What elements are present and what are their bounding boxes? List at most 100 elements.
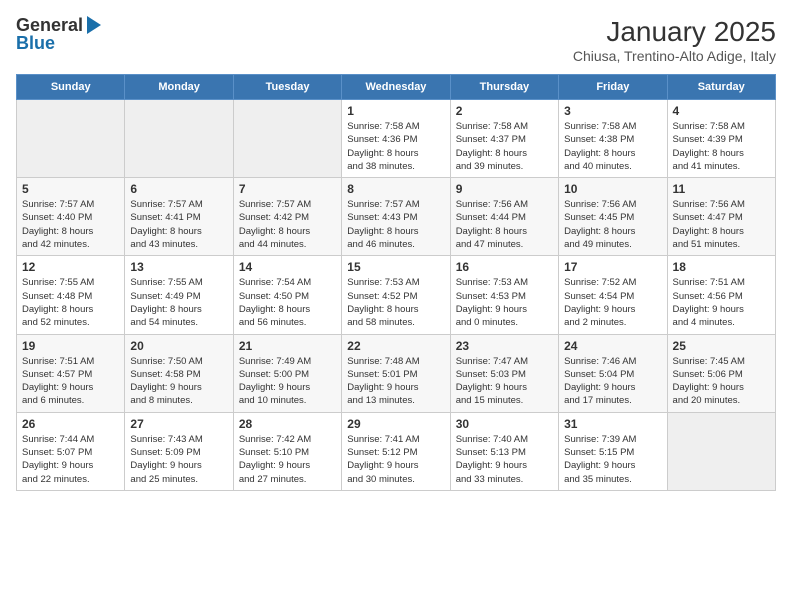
logo: General Blue: [16, 16, 101, 52]
calendar-cell: 5 Sunrise: 7:57 AM Sunset: 4:40 PM Daylig…: [17, 178, 125, 256]
calendar-cell: 20 Sunrise: 7:50 AM Sunset: 4:58 PM Dayli…: [125, 334, 233, 412]
calendar-cell: 19Sunrise: 7:51 AM Sunset: 4:57 PM Dayli…: [17, 334, 125, 412]
day-info: Sunrise: 7:58 AM Sunset: 4:37 PM Dayligh…: [456, 120, 553, 173]
day-info: Sunrise: 7:56 AM Sunset: 4:44 PM Dayligh…: [456, 198, 553, 251]
day-number: 13: [130, 260, 227, 274]
day-number: 20: [130, 339, 227, 353]
day-number: 19: [22, 339, 119, 353]
calendar-cell: 13 Sunrise: 7:55 AM Sunset: 4:49 PM Dayli…: [125, 256, 233, 334]
day-number: 28: [239, 417, 336, 431]
day-number: 15: [347, 260, 444, 274]
day-number: 31: [564, 417, 661, 431]
day-number: 5: [22, 182, 119, 196]
day-number: 8: [347, 182, 444, 196]
calendar-cell: 11 Sunrise: 7:56 AM Sunset: 4:47 PM Dayli…: [667, 178, 775, 256]
calendar-body: 1Sunrise: 7:58 AM Sunset: 4:36 PM Daylig…: [17, 100, 776, 491]
weekday-row: SundayMondayTuesdayWednesdayThursdayFrid…: [17, 75, 776, 100]
calendar-cell: 9 Sunrise: 7:56 AM Sunset: 4:44 PM Daylig…: [450, 178, 558, 256]
calendar-cell: 16 Sunrise: 7:53 AM Sunset: 4:53 PM Dayli…: [450, 256, 558, 334]
weekday-header-friday: Friday: [559, 75, 667, 100]
calendar-cell: 12 Sunrise: 7:55 AM Sunset: 4:48 PM Dayli…: [17, 256, 125, 334]
day-info: Sunrise: 7:57 AM Sunset: 4:43 PM Dayligh…: [347, 198, 444, 251]
day-info: Sunrise: 7:43 AM Sunset: 5:09 PM Dayligh…: [130, 433, 227, 486]
calendar-cell: 29Sunrise: 7:41 AM Sunset: 5:12 PM Dayli…: [342, 412, 450, 490]
week-row-2: 5 Sunrise: 7:57 AM Sunset: 4:40 PM Daylig…: [17, 178, 776, 256]
calendar-cell: 30 Sunrise: 7:40 AM Sunset: 5:13 PM Dayli…: [450, 412, 558, 490]
day-number: 4: [673, 104, 770, 118]
day-number: 27: [130, 417, 227, 431]
day-number: 12: [22, 260, 119, 274]
calendar-cell: 17 Sunrise: 7:52 AM Sunset: 4:54 PM Dayli…: [559, 256, 667, 334]
day-info: Sunrise: 7:55 AM Sunset: 4:49 PM Dayligh…: [130, 276, 227, 329]
day-info: Sunrise: 7:48 AM Sunset: 5:01 PM Dayligh…: [347, 355, 444, 408]
day-info: Sunrise: 7:56 AM Sunset: 4:45 PM Dayligh…: [564, 198, 661, 251]
weekday-header-saturday: Saturday: [667, 75, 775, 100]
day-number: 16: [456, 260, 553, 274]
calendar-cell: 28 Sunrise: 7:42 AM Sunset: 5:10 PM Dayli…: [233, 412, 341, 490]
day-info: Sunrise: 7:44 AM Sunset: 5:07 PM Dayligh…: [22, 433, 119, 486]
weekday-header-tuesday: Tuesday: [233, 75, 341, 100]
day-info: Sunrise: 7:54 AM Sunset: 4:50 PM Dayligh…: [239, 276, 336, 329]
day-info: Sunrise: 7:40 AM Sunset: 5:13 PM Dayligh…: [456, 433, 553, 486]
logo-arrow-icon: [87, 16, 101, 34]
day-number: 21: [239, 339, 336, 353]
weekday-header-thursday: Thursday: [450, 75, 558, 100]
calendar-cell: 21Sunrise: 7:49 AM Sunset: 5:00 PM Dayli…: [233, 334, 341, 412]
day-number: 7: [239, 182, 336, 196]
day-number: 11: [673, 182, 770, 196]
day-info: Sunrise: 7:57 AM Sunset: 4:41 PM Dayligh…: [130, 198, 227, 251]
day-info: Sunrise: 7:53 AM Sunset: 4:52 PM Dayligh…: [347, 276, 444, 329]
day-number: 30: [456, 417, 553, 431]
day-info: Sunrise: 7:58 AM Sunset: 4:39 PM Dayligh…: [673, 120, 770, 173]
day-info: Sunrise: 7:55 AM Sunset: 4:48 PM Dayligh…: [22, 276, 119, 329]
calendar-cell: 14 Sunrise: 7:54 AM Sunset: 4:50 PM Dayli…: [233, 256, 341, 334]
day-number: 18: [673, 260, 770, 274]
week-row-1: 1Sunrise: 7:58 AM Sunset: 4:36 PM Daylig…: [17, 100, 776, 178]
calendar-cell: [17, 100, 125, 178]
calendar-cell: 18 Sunrise: 7:51 AM Sunset: 4:56 PM Dayli…: [667, 256, 775, 334]
calendar-table: SundayMondayTuesdayWednesdayThursdayFrid…: [16, 74, 776, 491]
logo-general-text: General: [16, 16, 83, 34]
day-number: 17: [564, 260, 661, 274]
calendar-title: January 2025: [573, 16, 776, 48]
day-info: Sunrise: 7:58 AM Sunset: 4:38 PM Dayligh…: [564, 120, 661, 173]
day-info: Sunrise: 7:53 AM Sunset: 4:53 PM Dayligh…: [456, 276, 553, 329]
day-info: Sunrise: 7:56 AM Sunset: 4:47 PM Dayligh…: [673, 198, 770, 251]
day-number: 1: [347, 104, 444, 118]
calendar-cell: 26 Sunrise: 7:44 AM Sunset: 5:07 PM Dayli…: [17, 412, 125, 490]
day-number: 26: [22, 417, 119, 431]
day-number: 29: [347, 417, 444, 431]
calendar-cell: 1Sunrise: 7:58 AM Sunset: 4:36 PM Daylig…: [342, 100, 450, 178]
calendar-cell: 3Sunrise: 7:58 AM Sunset: 4:38 PM Daylig…: [559, 100, 667, 178]
day-info: Sunrise: 7:47 AM Sunset: 5:03 PM Dayligh…: [456, 355, 553, 408]
day-info: Sunrise: 7:46 AM Sunset: 5:04 PM Dayligh…: [564, 355, 661, 408]
calendar-cell: 23 Sunrise: 7:47 AM Sunset: 5:03 PM Dayli…: [450, 334, 558, 412]
day-info: Sunrise: 7:52 AM Sunset: 4:54 PM Dayligh…: [564, 276, 661, 329]
calendar-cell: 31 Sunrise: 7:39 AM Sunset: 5:15 PM Dayli…: [559, 412, 667, 490]
day-number: 10: [564, 182, 661, 196]
weekday-header-sunday: Sunday: [17, 75, 125, 100]
week-row-4: 19Sunrise: 7:51 AM Sunset: 4:57 PM Dayli…: [17, 334, 776, 412]
calendar-cell: 4 Sunrise: 7:58 AM Sunset: 4:39 PM Daylig…: [667, 100, 775, 178]
day-info: Sunrise: 7:39 AM Sunset: 5:15 PM Dayligh…: [564, 433, 661, 486]
calendar-cell: 7 Sunrise: 7:57 AM Sunset: 4:42 PM Daylig…: [233, 178, 341, 256]
calendar-cell: 8 Sunrise: 7:57 AM Sunset: 4:43 PM Daylig…: [342, 178, 450, 256]
calendar-cell: 2 Sunrise: 7:58 AM Sunset: 4:37 PM Daylig…: [450, 100, 558, 178]
page-header: General Blue January 2025 Chiusa, Trenti…: [16, 16, 776, 64]
day-number: 6: [130, 182, 227, 196]
day-info: Sunrise: 7:57 AM Sunset: 4:42 PM Dayligh…: [239, 198, 336, 251]
day-info: Sunrise: 7:50 AM Sunset: 4:58 PM Dayligh…: [130, 355, 227, 408]
day-info: Sunrise: 7:42 AM Sunset: 5:10 PM Dayligh…: [239, 433, 336, 486]
day-info: Sunrise: 7:45 AM Sunset: 5:06 PM Dayligh…: [673, 355, 770, 408]
day-number: 9: [456, 182, 553, 196]
day-number: 2: [456, 104, 553, 118]
calendar-cell: 25 Sunrise: 7:45 AM Sunset: 5:06 PM Dayli…: [667, 334, 775, 412]
day-number: 25: [673, 339, 770, 353]
day-info: Sunrise: 7:57 AM Sunset: 4:40 PM Dayligh…: [22, 198, 119, 251]
logo-blue-text: Blue: [16, 34, 55, 52]
day-number: 23: [456, 339, 553, 353]
day-info: Sunrise: 7:51 AM Sunset: 4:56 PM Dayligh…: [673, 276, 770, 329]
day-number: 14: [239, 260, 336, 274]
calendar-cell: 24Sunrise: 7:46 AM Sunset: 5:04 PM Dayli…: [559, 334, 667, 412]
calendar-cell: [233, 100, 341, 178]
